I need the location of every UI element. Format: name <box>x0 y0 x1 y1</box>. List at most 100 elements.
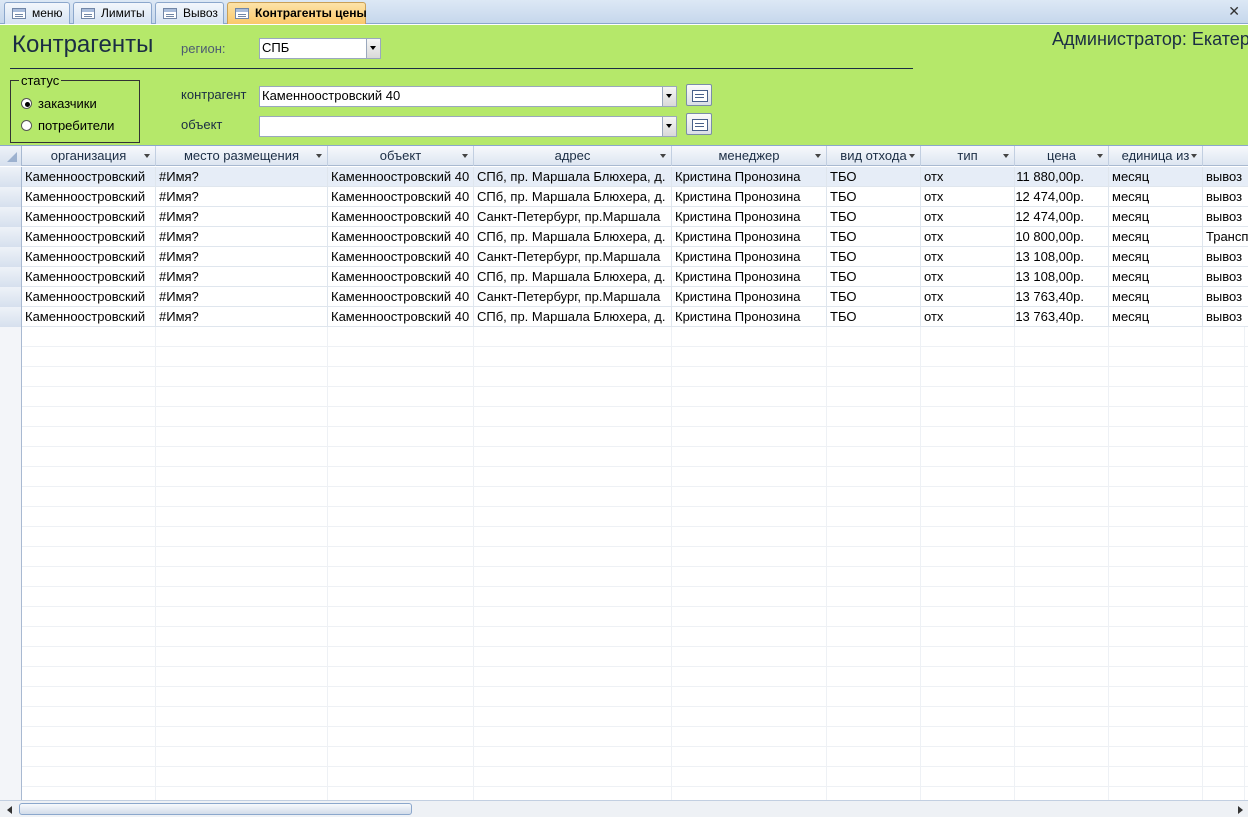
filter-dropdown-icon[interactable] <box>660 154 666 158</box>
table-row[interactable]: Каменноостровский #Имя? Каменноостровский … <box>0 227 1248 247</box>
table-cell-waste-type[interactable]: ТБО <box>827 187 921 207</box>
radio-button[interactable] <box>21 98 32 109</box>
table-row[interactable]: Каменноостровский #Имя? Каменноостровский … <box>0 247 1248 267</box>
table-cell-type[interactable]: отх <box>921 187 1015 207</box>
filter-dropdown-icon[interactable] <box>316 154 322 158</box>
table-cell-address[interactable]: СПб, пр. Маршала Блюхера, д. <box>474 187 672 207</box>
column-header-address[interactable]: адрес <box>474 146 672 166</box>
tab-menu[interactable]: меню <box>4 2 70 24</box>
table-cell-placement[interactable]: #Имя? <box>156 227 328 247</box>
table-cell-unit[interactable]: месяц <box>1109 247 1203 267</box>
table-cell-organization[interactable]: Каменноостровский <box>22 207 156 227</box>
radio-consumers[interactable]: потребители <box>21 118 114 133</box>
table-cell-service[interactable]: вывоз <box>1203 287 1248 307</box>
table-row[interactable]: Каменноостровский #Имя? Каменноостровский … <box>0 267 1248 287</box>
table-cell-manager[interactable]: Кристина Пронозина <box>672 227 827 247</box>
table-cell-address[interactable]: Санкт-Петербург, пр.Маршала <box>474 207 672 227</box>
table-cell-unit[interactable]: месяц <box>1109 307 1203 327</box>
row-selector[interactable] <box>0 247 22 267</box>
radio-customers[interactable]: заказчики <box>21 96 97 111</box>
table-cell-price[interactable]: 11 880,00р. <box>1015 167 1109 187</box>
table-cell-manager[interactable]: Кристина Пронозина <box>672 307 827 327</box>
table-cell-placement[interactable]: #Имя? <box>156 187 328 207</box>
table-cell-organization[interactable]: Каменноостровский <box>22 267 156 287</box>
table-cell-service[interactable]: Трансп <box>1203 227 1248 247</box>
table-cell-service[interactable]: вывоз <box>1203 187 1248 207</box>
table-cell-object[interactable]: Каменноостровский 40 <box>328 227 474 247</box>
table-cell-organization[interactable]: Каменноостровский <box>22 187 156 207</box>
row-selector[interactable] <box>0 287 22 307</box>
table-cell-service[interactable]: вывоз <box>1203 247 1248 267</box>
table-cell-object[interactable]: Каменноостровский 40 <box>328 287 474 307</box>
table-cell-placement[interactable]: #Имя? <box>156 207 328 227</box>
table-cell-unit[interactable]: месяц <box>1109 207 1203 227</box>
table-cell-object[interactable]: Каменноостровский 40 <box>328 267 474 287</box>
contractor-combobox[interactable]: Каменноостровский 40 <box>259 86 677 107</box>
table-cell-address[interactable]: СПб, пр. Маршала Блюхера, д. <box>474 227 672 247</box>
table-cell-placement[interactable]: #Имя? <box>156 267 328 287</box>
open-contractor-form-button[interactable] <box>686 84 712 106</box>
column-header-placement[interactable]: место размещения <box>156 146 328 166</box>
table-cell-address[interactable]: СПб, пр. Маршала Блюхера, д. <box>474 267 672 287</box>
table-cell-unit[interactable]: месяц <box>1109 187 1203 207</box>
table-cell-object[interactable]: Каменноостровский 40 <box>328 247 474 267</box>
column-header-unit[interactable]: единица из <box>1109 146 1203 166</box>
filter-dropdown-icon[interactable] <box>1191 154 1197 158</box>
table-cell-placement[interactable]: #Имя? <box>156 307 328 327</box>
table-cell-service[interactable]: вывоз <box>1203 307 1248 327</box>
table-cell-manager[interactable]: Кристина Пронозина <box>672 267 827 287</box>
table-cell-organization[interactable]: Каменноостровский <box>22 287 156 307</box>
table-cell-type[interactable]: отх <box>921 247 1015 267</box>
filter-dropdown-icon[interactable] <box>909 154 915 158</box>
table-cell-type[interactable]: отх <box>921 307 1015 327</box>
table-cell-unit[interactable]: месяц <box>1109 267 1203 287</box>
table-cell-service[interactable]: вывоз <box>1203 267 1248 287</box>
chevron-down-icon[interactable] <box>662 117 676 136</box>
column-header-type[interactable]: тип <box>921 146 1015 166</box>
filter-dropdown-icon[interactable] <box>144 154 150 158</box>
scrollbar-thumb[interactable] <box>19 803 412 815</box>
table-cell-waste-type[interactable]: ТБО <box>827 307 921 327</box>
table-row[interactable]: Каменноостровский #Имя? Каменноостровский … <box>0 167 1248 187</box>
row-selector[interactable] <box>0 207 22 227</box>
table-cell-organization[interactable]: Каменноостровский <box>22 227 156 247</box>
table-cell-organization[interactable]: Каменноостровский <box>22 167 156 187</box>
column-header-price[interactable]: цена <box>1015 146 1109 166</box>
table-cell-waste-type[interactable]: ТБО <box>827 207 921 227</box>
select-all-corner[interactable] <box>0 146 22 166</box>
table-cell-address[interactable]: Санкт-Петербург, пр.Маршала <box>474 287 672 307</box>
table-cell-manager[interactable]: Кристина Пронозина <box>672 187 827 207</box>
table-cell-type[interactable]: отх <box>921 287 1015 307</box>
filter-dropdown-icon[interactable] <box>462 154 468 158</box>
filter-dropdown-icon[interactable] <box>1003 154 1009 158</box>
table-cell-manager[interactable]: Кристина Пронозина <box>672 207 827 227</box>
column-header-object[interactable]: объект <box>328 146 474 166</box>
table-cell-price[interactable]: 13 108,00р. <box>1015 247 1109 267</box>
table-cell-price[interactable]: 10 800,00р. <box>1015 227 1109 247</box>
close-icon[interactable]: ✕ <box>1228 3 1240 20</box>
table-cell-price[interactable]: 13 763,40р. <box>1015 287 1109 307</box>
table-cell-object[interactable]: Каменноостровский 40 <box>328 187 474 207</box>
row-selector[interactable] <box>0 307 22 327</box>
table-cell-price[interactable]: 12 474,00р. <box>1015 207 1109 227</box>
row-selector[interactable] <box>0 167 22 187</box>
horizontal-scrollbar[interactable] <box>0 800 1248 817</box>
table-cell-placement[interactable]: #Имя? <box>156 247 328 267</box>
column-header-organization[interactable]: организация <box>22 146 156 166</box>
table-cell-manager[interactable]: Кристина Пронозина <box>672 167 827 187</box>
table-row[interactable]: Каменноостровский #Имя? Каменноостровский … <box>0 187 1248 207</box>
table-cell-unit[interactable]: месяц <box>1109 227 1203 247</box>
table-cell-address[interactable]: СПб, пр. Маршала Блюхера, д. <box>474 167 672 187</box>
table-cell-address[interactable]: Санкт-Петербург, пр.Маршала <box>474 247 672 267</box>
scroll-right-icon[interactable] <box>1233 803 1247 816</box>
filter-dropdown-icon[interactable] <box>1097 154 1103 158</box>
column-header-manager[interactable]: менеджер <box>672 146 827 166</box>
tab-limits[interactable]: Лимиты <box>73 2 152 24</box>
region-combobox[interactable]: СПБ <box>259 38 381 59</box>
table-cell-address[interactable]: СПб, пр. Маршала Блюхера, д. <box>474 307 672 327</box>
table-cell-unit[interactable]: месяц <box>1109 167 1203 187</box>
chevron-down-icon[interactable] <box>662 87 676 106</box>
table-cell-placement[interactable]: #Имя? <box>156 287 328 307</box>
object-combobox[interactable] <box>259 116 677 137</box>
table-row[interactable]: Каменноостровский #Имя? Каменноостровский … <box>0 207 1248 227</box>
